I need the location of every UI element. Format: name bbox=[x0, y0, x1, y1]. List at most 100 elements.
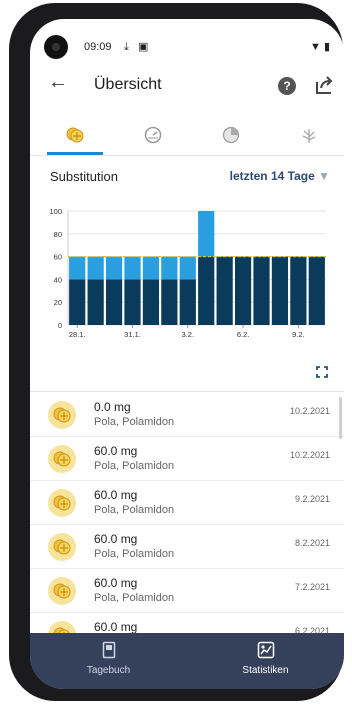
tab-pie[interactable] bbox=[192, 115, 270, 155]
bar-light bbox=[179, 256, 196, 280]
list-item[interactable]: 60.0 mg 6.2.2021 bbox=[30, 613, 344, 633]
substitution-chart: 0 20 40 60 80 100 28.1. 31.1. 3.2. 6.2. 9.2. bbox=[49, 207, 326, 339]
pill-icon bbox=[48, 445, 76, 473]
bar-light bbox=[198, 211, 215, 257]
divider bbox=[30, 391, 344, 392]
bar-dark bbox=[308, 256, 325, 325]
y-tick-label: 60 bbox=[54, 253, 62, 262]
diary-icon bbox=[102, 641, 115, 659]
bar-dark bbox=[253, 256, 270, 325]
statistics-icon bbox=[257, 641, 274, 659]
entry-dose: 60.0 mg bbox=[94, 576, 138, 590]
bar-dark bbox=[216, 256, 233, 325]
bar-light bbox=[142, 256, 160, 280]
page-title: Übersicht bbox=[94, 76, 162, 93]
status-time: 09:09 bbox=[84, 41, 112, 53]
bar-light bbox=[161, 256, 178, 280]
entry-dose: 0.0 mg bbox=[94, 400, 131, 414]
bar-dark bbox=[290, 256, 307, 325]
battery-icon: ▮ bbox=[323, 41, 330, 53]
list-item[interactable]: 60.0 mg Pola, Polamidon 7.2.2021 bbox=[30, 569, 344, 613]
pill-icon bbox=[48, 621, 76, 633]
y-tick-label: 80 bbox=[54, 230, 62, 239]
entry-date: 6.2.2021 bbox=[294, 626, 330, 633]
app-screen: 09:09 ⤓ ▣ ▼ ▮ ← Übersicht ? Substitution… bbox=[30, 19, 344, 689]
wifi-icon: ▼ bbox=[309, 41, 321, 53]
dropdown-triangle-icon: ▼ bbox=[318, 169, 330, 183]
share-icon[interactable] bbox=[315, 75, 333, 100]
tab-plant[interactable] bbox=[270, 115, 344, 155]
gauge-icon bbox=[144, 126, 162, 144]
entry-date: 7.2.2021 bbox=[294, 582, 330, 592]
pie-icon bbox=[222, 126, 240, 144]
entry-dose: 60.0 mg bbox=[94, 532, 138, 546]
pill-icon bbox=[48, 533, 76, 561]
download-icon: ⤓ bbox=[124, 41, 129, 53]
leaf-icon bbox=[302, 129, 316, 143]
nav-statistics[interactable]: Statistiken bbox=[187, 639, 344, 679]
bar-dark bbox=[87, 279, 104, 325]
y-tick-label: 20 bbox=[54, 298, 62, 307]
range-dropdown[interactable]: letzten 14 Tage ▼ bbox=[230, 169, 330, 183]
nav-diary[interactable]: Tagebuch bbox=[30, 639, 187, 679]
pill-icon bbox=[48, 401, 76, 429]
bar-dark bbox=[142, 279, 160, 325]
scrollbar[interactable] bbox=[339, 397, 342, 439]
entry-date: 8.2.2021 bbox=[294, 538, 330, 548]
entry-list: 0.0 mg Pola, Polamidon 10.2.2021 60.0 mg Pol… bbox=[30, 393, 344, 633]
bar-light bbox=[87, 256, 104, 280]
status-notification-icons: ⤓ ▣ bbox=[124, 40, 148, 54]
back-arrow-icon[interactable]: ← bbox=[48, 71, 68, 94]
bar-light bbox=[69, 256, 86, 280]
tab-substitution[interactable] bbox=[36, 115, 114, 155]
pill-icon bbox=[48, 577, 76, 605]
entry-substances: Pola, Polamidon bbox=[94, 548, 175, 560]
bottom-navigation: Tagebuch Statistiken bbox=[30, 633, 344, 689]
list-item[interactable]: 60.0 mg Pola, Polamidon 8.2.2021 bbox=[30, 525, 344, 569]
nav-statistics-label: Statistiken bbox=[242, 665, 289, 676]
x-tick-label: 31.1. bbox=[124, 330, 141, 339]
entry-substances: Pola, Polamidon bbox=[94, 460, 175, 472]
x-tick-label: 9.2. bbox=[292, 330, 305, 339]
bar-dark bbox=[124, 279, 141, 325]
pill-icon bbox=[66, 127, 84, 143]
x-tick-label: 3.2. bbox=[182, 330, 195, 339]
nav-diary-label: Tagebuch bbox=[86, 665, 131, 676]
section-title: Substitution bbox=[50, 169, 118, 184]
list-item[interactable]: 0.0 mg Pola, Polamidon 10.2.2021 bbox=[30, 393, 344, 437]
y-tick-label: 0 bbox=[58, 321, 62, 330]
entry-substances: Pola, Polamidon bbox=[94, 504, 175, 516]
entry-dose: 60.0 mg bbox=[94, 444, 138, 458]
bar-dark bbox=[271, 256, 289, 325]
list-item[interactable]: 60.0 mg Pola, Polamidon 10.2.2021 bbox=[30, 437, 344, 481]
bar-dark bbox=[234, 256, 252, 325]
entry-substances: Pola, Polamidon bbox=[94, 416, 175, 428]
range-value: letzten 14 Tage bbox=[229, 169, 315, 183]
y-tick-label: 40 bbox=[54, 275, 62, 284]
y-tick-label: 100 bbox=[49, 207, 62, 216]
bar-dark bbox=[161, 279, 178, 325]
status-system-icons: ▼ ▮ bbox=[310, 40, 330, 53]
entry-dose: 60.0 mg bbox=[94, 620, 138, 633]
bar-dark bbox=[179, 279, 196, 325]
pill-icon bbox=[48, 489, 76, 517]
entry-substances: Pola, Polamidon bbox=[94, 592, 175, 604]
bar-dark bbox=[198, 256, 215, 325]
bar-dark bbox=[105, 279, 123, 325]
bar-light bbox=[105, 256, 123, 280]
list-item[interactable]: 60.0 mg Pola, Polamidon 9.2.2021 bbox=[30, 481, 344, 525]
x-tick-label: 28.1. bbox=[69, 330, 86, 339]
tab-meter[interactable] bbox=[114, 115, 192, 155]
status-bar bbox=[30, 19, 344, 45]
x-tick-label: 6.2. bbox=[237, 330, 250, 339]
active-tab-indicator bbox=[47, 152, 103, 155]
entry-dose: 60.0 mg bbox=[94, 488, 138, 502]
category-tabs bbox=[30, 115, 344, 156]
phone-frame: 09:09 ⤓ ▣ ▼ ▮ ← Übersicht ? Substitution… bbox=[9, 3, 344, 701]
entry-date: 10.2.2021 bbox=[289, 406, 330, 416]
entry-date: 10.2.2021 bbox=[289, 450, 330, 460]
help-icon[interactable]: ? bbox=[278, 77, 296, 95]
sim-icon: ▣ bbox=[137, 41, 149, 53]
fullscreen-icon[interactable] bbox=[316, 365, 328, 378]
bar-light bbox=[124, 256, 141, 280]
